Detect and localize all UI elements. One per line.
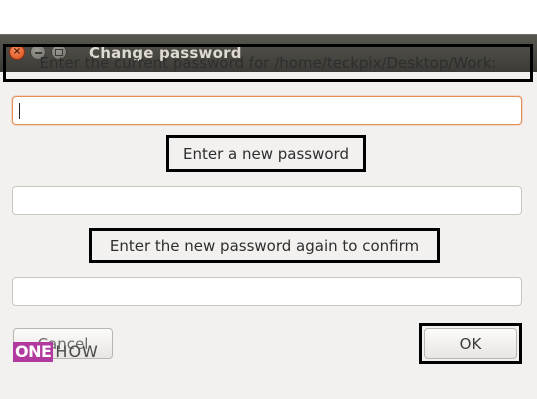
- confirm-password-field[interactable]: [12, 277, 522, 306]
- ok-button[interactable]: OK: [424, 328, 517, 359]
- confirm-password-label: Enter the new password again to confirm: [89, 228, 440, 263]
- ok-button-highlight: OK: [419, 323, 522, 364]
- watermark-right: HOW: [55, 342, 99, 361]
- new-password-field[interactable]: [12, 186, 522, 215]
- watermark-left: ONE: [13, 342, 54, 362]
- current-password-field[interactable]: [12, 96, 522, 125]
- current-password-label: Enter the current password for /home/tec…: [3, 44, 533, 82]
- confirm-password-input[interactable]: [13, 278, 521, 305]
- confirm-password-label-text: Enter the new password again to confirm: [109, 236, 420, 255]
- new-password-input[interactable]: [13, 187, 521, 214]
- current-password-label-text: Enter the current password for /home/tec…: [39, 54, 497, 72]
- ok-button-label: OK: [459, 334, 482, 353]
- watermark-logo: ONE HOW: [13, 338, 99, 362]
- text-cursor: [19, 103, 20, 119]
- current-password-input[interactable]: [13, 97, 521, 124]
- new-password-label-text: Enter a new password: [183, 144, 349, 163]
- screenshot-canvas: × Change password Enter the current pass…: [0, 0, 537, 399]
- new-password-label: Enter a new password: [166, 135, 366, 172]
